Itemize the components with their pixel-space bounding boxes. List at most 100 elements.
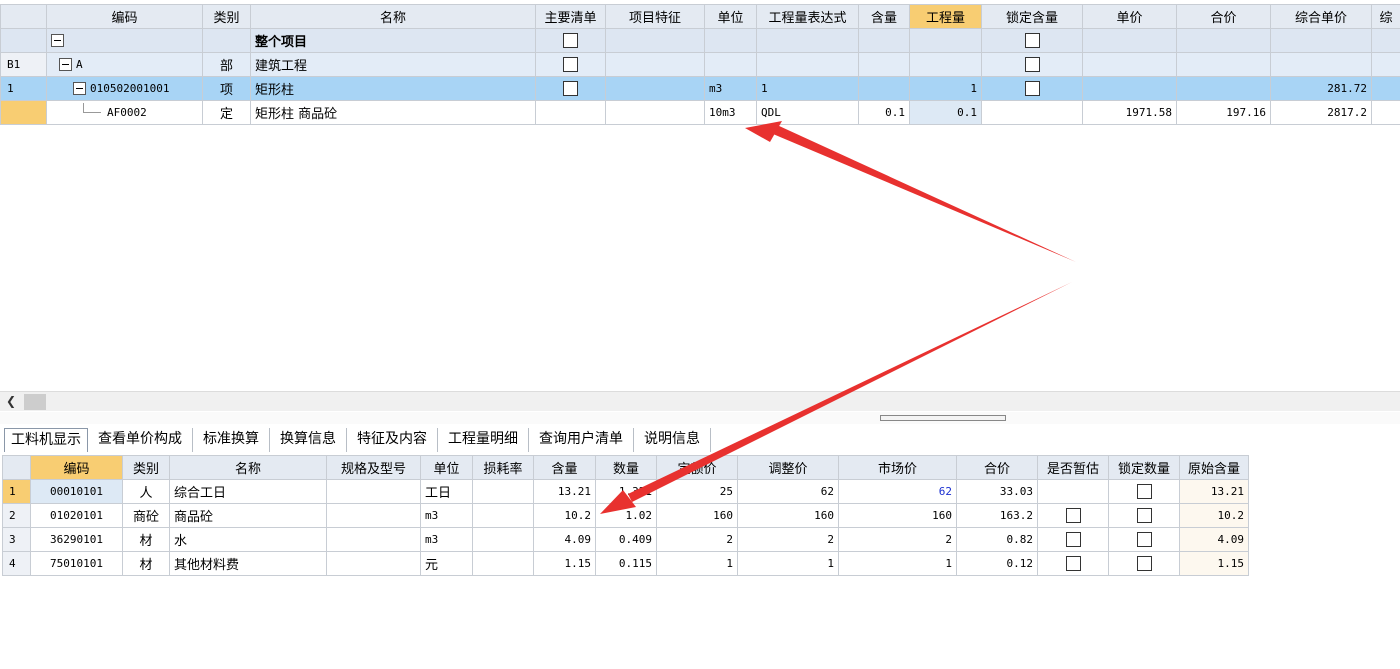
more-cell[interactable] — [1371, 28, 1400, 53]
spec-cell[interactable] — [326, 479, 421, 504]
more-cell[interactable] — [1371, 52, 1400, 77]
market-price-cell[interactable]: 1 — [838, 551, 957, 576]
minus-box-icon[interactable] — [51, 34, 64, 47]
unit-cell[interactable]: 工日 — [420, 479, 473, 504]
quantity-cell[interactable] — [909, 52, 982, 77]
checkbox-icon[interactable] — [1136, 484, 1152, 499]
table-row[interactable]: 2 01020101 商砼 商品砼 m3 10.2 1.02 160 160 1… — [2, 503, 1249, 528]
header-unit[interactable]: 单位 — [704, 4, 757, 29]
header-spec[interactable]: 规格及型号 — [326, 455, 421, 480]
code-cell[interactable]: 75010101 — [30, 551, 123, 576]
header-type[interactable]: 类别 — [122, 455, 170, 480]
feature-cell[interactable] — [605, 76, 705, 101]
code-cell[interactable]: AF0002 — [46, 100, 203, 125]
quota-price-cell[interactable]: 160 — [656, 503, 738, 528]
quantity-cell[interactable]: 0.409 — [595, 527, 657, 552]
total-cell[interactable]: 33.03 — [956, 479, 1038, 504]
provisional-cell[interactable] — [1037, 503, 1109, 528]
spec-cell[interactable] — [326, 503, 421, 528]
unit-cell[interactable] — [704, 52, 757, 77]
quota-price-cell[interactable]: 25 — [656, 479, 738, 504]
header-loss-rate[interactable]: 损耗率 — [472, 455, 534, 480]
quota-price-cell[interactable]: 2 — [656, 527, 738, 552]
feature-cell[interactable] — [605, 100, 705, 125]
code-cell[interactable]: 36290101 — [30, 527, 123, 552]
type-cell[interactable]: 部 — [202, 52, 251, 77]
quantity-cell[interactable] — [909, 28, 982, 53]
name-cell[interactable]: 整个项目 — [250, 28, 536, 53]
type-cell[interactable]: 材 — [122, 527, 170, 552]
loss-rate-cell[interactable] — [472, 527, 534, 552]
provisional-cell[interactable] — [1037, 527, 1109, 552]
header-adjusted-price[interactable]: 调整价 — [737, 455, 839, 480]
header-quantity[interactable]: 工程量 — [909, 4, 982, 29]
name-cell[interactable]: 其他材料费 — [169, 551, 327, 576]
tab-quantity-detail[interactable]: 工程量明细 — [438, 428, 529, 452]
checkbox-icon[interactable] — [1024, 81, 1040, 96]
content-cell[interactable]: 4.09 — [533, 527, 596, 552]
total-cell[interactable]: 0.82 — [956, 527, 1038, 552]
expression-cell[interactable] — [756, 28, 859, 53]
loss-rate-cell[interactable] — [472, 551, 534, 576]
checkbox-icon[interactable] — [1136, 508, 1152, 523]
unit-price-cell[interactable] — [1082, 28, 1177, 53]
market-price-cell[interactable]: 160 — [838, 503, 957, 528]
content-cell[interactable] — [858, 52, 910, 77]
tab-standard-conversion[interactable]: 标准换算 — [193, 428, 270, 452]
unit-price-cell[interactable]: 1971.58 — [1082, 100, 1177, 125]
adjusted-price-cell[interactable]: 160 — [737, 503, 839, 528]
name-cell[interactable]: 建筑工程 — [250, 52, 536, 77]
total-cell[interactable] — [1176, 76, 1271, 101]
header-expression[interactable]: 工程量表达式 — [756, 4, 859, 29]
quantity-cell[interactable]: 1.02 — [595, 503, 657, 528]
quantity-cell[interactable]: 1 — [909, 76, 982, 101]
splitter-handle[interactable] — [880, 415, 1006, 421]
code-cell[interactable]: 01020101 — [30, 503, 123, 528]
unit-cell[interactable] — [704, 28, 757, 53]
header-market-price[interactable]: 市场价 — [838, 455, 957, 480]
unit-cell[interactable]: m3 — [420, 503, 473, 528]
market-price-cell[interactable]: 2 — [838, 527, 957, 552]
loss-rate-cell[interactable] — [472, 479, 534, 504]
lock-quantity-cell[interactable] — [1108, 527, 1180, 552]
header-main-list[interactable]: 主要清单 — [535, 4, 606, 29]
header-comp-price[interactable]: 综合单价 — [1270, 4, 1372, 29]
checkbox-icon[interactable] — [1065, 532, 1081, 547]
type-cell[interactable]: 项 — [202, 76, 251, 101]
table-row[interactable]: 3 36290101 材 水 m3 4.09 0.409 2 2 2 0.82 … — [2, 527, 1249, 552]
content-cell[interactable] — [858, 76, 910, 101]
comp-price-cell[interactable] — [1270, 52, 1372, 77]
code-cell[interactable]: 00010101 — [30, 479, 123, 504]
unit-price-cell[interactable] — [1082, 76, 1177, 101]
checkbox-icon[interactable] — [563, 57, 578, 72]
code-cell[interactable]: A — [46, 52, 203, 77]
total-cell[interactable] — [1176, 28, 1271, 53]
minus-box-icon[interactable] — [73, 82, 86, 95]
lock-content-cell[interactable] — [981, 28, 1083, 53]
comp-price-cell[interactable]: 281.72 — [1270, 76, 1372, 101]
unit-price-cell[interactable] — [1082, 52, 1177, 77]
comp-price-cell[interactable] — [1270, 28, 1372, 53]
tab-conversion-info[interactable]: 换算信息 — [270, 428, 347, 452]
name-cell[interactable]: 水 — [169, 527, 327, 552]
pane-splitter[interactable] — [0, 412, 1400, 424]
provisional-cell[interactable] — [1037, 479, 1109, 504]
header-quota-price[interactable]: 定额价 — [656, 455, 738, 480]
lock-content-cell[interactable] — [981, 100, 1083, 125]
content-cell[interactable]: 1.15 — [533, 551, 596, 576]
more-cell[interactable] — [1371, 100, 1400, 125]
expression-cell[interactable]: QDL — [756, 100, 859, 125]
total-cell[interactable]: 197.16 — [1176, 100, 1271, 125]
market-price-cell[interactable]: 62 — [838, 479, 957, 504]
comp-price-cell[interactable]: 2817.2 — [1270, 100, 1372, 125]
checkbox-icon[interactable] — [1024, 33, 1040, 48]
content-cell[interactable]: 0.1 — [858, 100, 910, 125]
tab-description[interactable]: 说明信息 — [634, 428, 711, 452]
checkbox-icon[interactable] — [563, 81, 578, 96]
header-provisional[interactable]: 是否暂估 — [1037, 455, 1109, 480]
table-row[interactable]: 1 010502001001 项 矩形柱 m3 1 1 281.72 — [0, 76, 1400, 101]
header-lock-quantity[interactable]: 锁定数量 — [1108, 455, 1180, 480]
header-total[interactable]: 合价 — [956, 455, 1038, 480]
header-content[interactable]: 含量 — [858, 4, 910, 29]
provisional-cell[interactable] — [1037, 551, 1109, 576]
